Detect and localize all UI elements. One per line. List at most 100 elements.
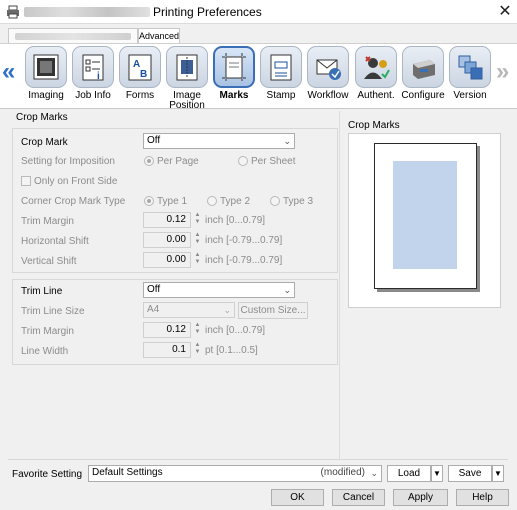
category-label: Version: [453, 90, 487, 101]
category-job-info[interactable]: i Job Info: [69, 46, 117, 101]
category-label: Stamp: [266, 90, 296, 101]
trim-line-margin-label: Trim Margin: [21, 326, 74, 337]
tab-advanced[interactable]: Advanced: [138, 28, 180, 43]
apply-button[interactable]: Apply: [393, 489, 448, 506]
stamp-icon: [260, 46, 302, 88]
line-width-unit: pt [0.1...0.5]: [205, 345, 258, 356]
version-icon: [449, 46, 491, 88]
trim-line-margin-spinner[interactable]: ▲ ▼: [193, 322, 202, 338]
type2-radio[interactable]: [207, 196, 217, 206]
category-imaging[interactable]: Imaging: [22, 46, 70, 101]
category-label: Marks: [219, 90, 249, 101]
category-authentication[interactable]: Authent.: [352, 46, 400, 101]
favorite-setting-label: Favorite Setting: [12, 469, 83, 480]
front-side-checkbox[interactable]: [21, 176, 31, 186]
image-position-icon: [166, 46, 208, 88]
svg-text:B: B: [140, 69, 147, 80]
trim-margin-unit: inch [0...0.79]: [205, 215, 266, 226]
category-stamp[interactable]: Stamp: [257, 46, 305, 101]
crop-mark-select[interactable]: Off ⌄: [143, 133, 295, 149]
trim-line-select[interactable]: Off ⌄: [143, 282, 295, 298]
category-label: Position: [169, 100, 205, 111]
type1-label: Type 1: [157, 196, 188, 207]
trim-margin-spinner[interactable]: ▲ ▼: [193, 212, 202, 228]
per-sheet-radio[interactable]: [238, 156, 248, 166]
category-label: Imaging: [28, 90, 64, 101]
type2-label: Type 2: [220, 196, 251, 207]
scroll-left-icon[interactable]: «: [2, 58, 15, 86]
preview-title: Crop Marks: [348, 120, 400, 131]
trim-margin-input[interactable]: 0.12: [143, 212, 191, 228]
job-info-icon: i: [72, 46, 114, 88]
vertical-shift-spinner[interactable]: ▲ ▼: [193, 252, 202, 268]
category-label: Authent.: [357, 90, 395, 101]
trim-line-size-select[interactable]: A4 ⌄: [143, 302, 235, 318]
cancel-button[interactable]: Cancel: [332, 489, 385, 506]
modified-indicator: (modified): [320, 467, 365, 478]
crop-mark-value: Off: [147, 135, 161, 146]
horizontal-shift-label: Horizontal Shift: [21, 236, 89, 247]
trim-line-size-label: Trim Line Size: [21, 306, 85, 317]
vertical-shift-label: Vertical Shift: [21, 256, 77, 267]
per-sheet-label: Per Sheet: [251, 156, 296, 167]
load-dropdown-arrow-icon[interactable]: ▼: [431, 465, 443, 482]
category-version[interactable]: Version: [446, 46, 494, 101]
chevron-down-icon: ⌄: [283, 285, 291, 295]
vertical-shift-unit: inch [-0.79...0.79]: [205, 255, 283, 266]
type1-radio[interactable]: [144, 196, 154, 206]
trim-line-margin-input[interactable]: 0.12: [143, 322, 191, 338]
close-icon[interactable]: ✕: [494, 1, 516, 23]
category-image-position[interactable]: Image Position: [163, 46, 211, 111]
trim-line-size-value: A4: [147, 304, 160, 315]
type3-label: Type 3: [283, 196, 314, 207]
category-configure[interactable]: Configure: [399, 46, 447, 101]
marks-icon: [213, 46, 255, 88]
printer-name-redacted: [24, 7, 150, 17]
favorite-setting-value: Default Settings: [92, 467, 163, 478]
per-page-label: Per Page: [157, 156, 199, 167]
window-title: Printing Preferences: [153, 5, 262, 19]
help-button[interactable]: Help: [456, 489, 509, 506]
custom-size-button[interactable]: Custom Size...: [238, 302, 308, 319]
corner-type-label: Corner Crop Mark Type: [21, 196, 126, 207]
trim-line-label: Trim Line: [21, 286, 63, 297]
configure-icon: [402, 46, 444, 88]
save-dropdown-arrow-icon[interactable]: ▼: [492, 465, 504, 482]
category-workflow[interactable]: Workflow: [304, 46, 352, 101]
workflow-icon: [307, 46, 349, 88]
crop-marks-group-title: Crop Marks: [16, 112, 68, 123]
line-width-spinner[interactable]: ▲ ▼: [193, 342, 202, 358]
line-width-label: Line Width: [21, 346, 69, 357]
category-marks[interactable]: Marks: [210, 46, 258, 101]
divider: [8, 459, 508, 460]
favorite-setting-select[interactable]: Default Settings (modified) ⌄: [88, 465, 382, 482]
horizontal-shift-spinner[interactable]: ▲ ▼: [193, 232, 202, 248]
category-forms[interactable]: AB Forms: [116, 46, 164, 101]
horizontal-shift-unit: inch [-0.79...0.79]: [205, 235, 283, 246]
preview-image-area: [393, 161, 457, 269]
category-label: Workflow: [307, 90, 349, 101]
trim-line-value: Off: [147, 284, 161, 295]
load-button[interactable]: Load: [387, 465, 431, 482]
crop-mark-label: Crop Mark: [21, 137, 68, 148]
front-side-label: Only on Front Side: [34, 176, 118, 187]
trim-margin-label: Trim Margin: [21, 216, 74, 227]
horizontal-shift-input[interactable]: 0.00: [143, 232, 191, 248]
type3-radio[interactable]: [270, 196, 280, 206]
scroll-right-icon[interactable]: »: [496, 58, 509, 86]
authentication-icon: [355, 46, 397, 88]
chevron-down-icon: ⌄: [370, 468, 378, 478]
line-width-input[interactable]: 0.1: [143, 342, 191, 358]
category-label: Configure: [401, 90, 445, 101]
category-label: Forms: [125, 90, 155, 101]
imaging-icon: [25, 46, 67, 88]
category-label: Job Info: [75, 90, 111, 101]
ok-button[interactable]: OK: [271, 489, 324, 506]
save-button[interactable]: Save: [448, 465, 492, 482]
chevron-down-icon: ⌄: [223, 305, 231, 315]
chevron-down-icon: ⌄: [283, 136, 291, 146]
trim-line-margin-unit: inch [0...0.79]: [205, 325, 266, 336]
vertical-shift-input[interactable]: 0.00: [143, 252, 191, 268]
per-page-radio[interactable]: [144, 156, 154, 166]
tab-basic[interactable]: [8, 28, 138, 43]
